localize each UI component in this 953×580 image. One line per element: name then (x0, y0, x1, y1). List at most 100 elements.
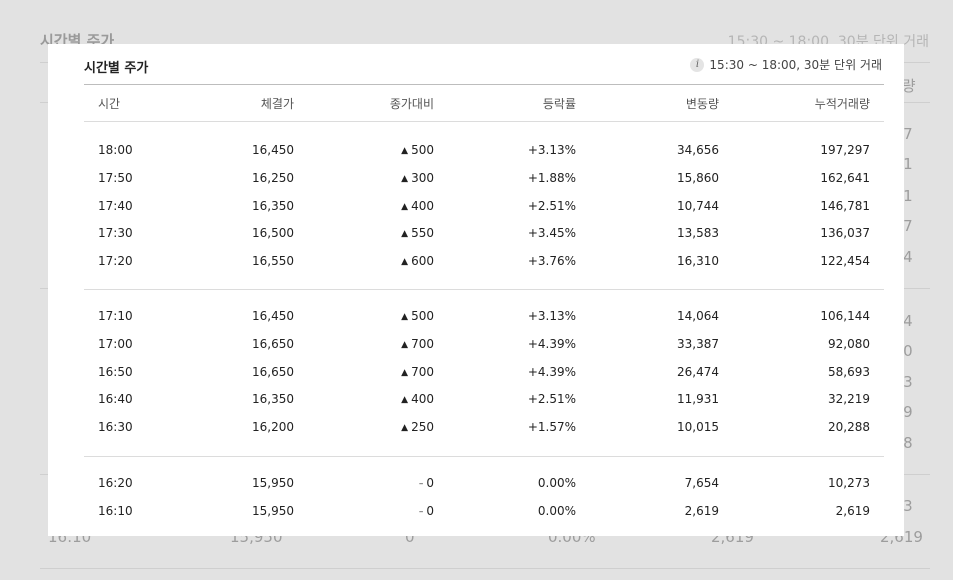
cell-change: –0 (344, 504, 434, 518)
cell-volume: 13,583 (677, 226, 719, 241)
cell-price: 16,650 (252, 364, 294, 379)
cell-price: 16,350 (252, 198, 294, 213)
cell-volume: 7,654 (684, 476, 719, 490)
hourly-price-modal: 시간별 주가 i 15:30 ~ 18:00, 30분 단위 거래 시간 체결가… (48, 44, 904, 536)
cell-change-value: 600 (411, 254, 434, 268)
cell-change-value: 250 (411, 420, 434, 434)
up-triangle-icon: ▲ (401, 367, 409, 378)
table-group: 18:00 16,450 ▲ 500 +3.13% 34,656 197,297 17:50 1… (84, 137, 884, 276)
cell-change-value: 500 (411, 309, 434, 323)
cell-change-value: 0 (426, 503, 434, 518)
cell-volume: 14,064 (677, 309, 719, 323)
cell-change: ▲ 500 (344, 309, 434, 323)
cell-cumulative: 2,619 (835, 503, 870, 518)
table-row: 16:50 16,650 ▲ 700 +4.39% 26,474 58,693 (84, 359, 884, 387)
cell-change-value: 300 (411, 170, 434, 185)
cell-price: 16,500 (252, 226, 294, 241)
cell-cumulative: 162,641 (820, 170, 870, 185)
cell-price: 16,350 (252, 392, 294, 407)
header-rate: 등락률 (542, 97, 576, 111)
cell-cumulative: 20,288 (828, 420, 870, 434)
cell-time: 16:40 (98, 392, 133, 407)
cell-time: 18:00 (98, 143, 133, 157)
up-triangle-icon: ▲ (401, 201, 409, 212)
cell-rate: +3.76% (527, 254, 576, 268)
cell-rate: +1.88% (527, 170, 576, 185)
table-header: 시간 체결가 종가대비 등락률 변동량 누적거래량 (84, 84, 884, 121)
cell-volume: 11,931 (677, 392, 719, 407)
table-row: 16:30 16,200 ▲ 250 +1.57% 10,015 20,288 (84, 414, 884, 442)
up-triangle-icon: ▲ (401, 395, 409, 406)
up-triangle-icon: ▲ (401, 257, 409, 267)
cell-change-value: 500 (411, 143, 434, 157)
table-row: 16:40 16,350 ▲ 400 +2.51% 11,931 32,219 (84, 386, 884, 414)
cell-cumulative: 122,454 (820, 254, 870, 268)
cell-cumulative: 92,080 (828, 336, 870, 351)
cell-volume: 34,656 (677, 143, 719, 157)
cell-rate: +3.13% (527, 143, 576, 157)
header-change: 종가대비 (389, 97, 434, 111)
cell-change: –0 (344, 476, 434, 490)
cell-time: 17:40 (98, 198, 133, 213)
cell-volume: 15,860 (677, 170, 719, 185)
cell-price: 15,950 (252, 476, 294, 490)
cell-rate: +4.39% (527, 364, 576, 379)
cell-cumulative: 106,144 (820, 309, 870, 323)
cell-cumulative: 136,037 (820, 226, 870, 241)
table-row: 17:30 16,500 ▲ 550 +3.45% 13,583 136,037 (84, 220, 884, 248)
table-row: 17:00 16,650 ▲ 700 +4.39% 33,387 92,080 (84, 331, 884, 359)
cell-price: 16,250 (252, 170, 294, 185)
cell-change: ▲ 700 (344, 337, 434, 351)
cell-rate: +4.39% (527, 336, 576, 351)
cell-rate: +1.57% (527, 420, 576, 434)
cell-cumulative: 10,273 (828, 476, 870, 490)
up-triangle-icon: ▲ (401, 173, 409, 184)
flat-dash-icon: – (418, 479, 424, 489)
cell-cumulative: 58,693 (828, 364, 870, 379)
cell-change: ▲ 700 (344, 365, 434, 379)
cell-price: 16,650 (252, 336, 294, 351)
cell-volume: 10,015 (677, 420, 719, 434)
cell-cumulative: 197,297 (820, 143, 870, 157)
cell-change: ▲ 550 (344, 226, 434, 240)
header-bottom-border (84, 121, 884, 122)
cell-change-value: 700 (411, 364, 434, 379)
cell-change: ▲ 600 (344, 254, 434, 268)
group-divider (84, 289, 884, 290)
up-triangle-icon: ▲ (401, 312, 409, 322)
header-price: 체결가 (260, 97, 294, 111)
cell-time: 16:10 (98, 503, 133, 518)
header-volume: 변동량 (685, 97, 719, 111)
group-divider (84, 456, 884, 457)
cell-change: ▲ 400 (344, 199, 434, 213)
table-row: 17:50 16,250 ▲ 300 +1.88% 15,860 162,641 (84, 165, 884, 193)
cell-rate: +2.51% (527, 198, 576, 213)
cell-volume: 33,387 (677, 336, 719, 351)
cell-rate: 0.00% (537, 503, 576, 518)
info-icon[interactable]: i (690, 57, 705, 72)
cell-rate: 0.00% (537, 476, 576, 490)
cell-change-value: 400 (411, 198, 434, 213)
cell-time: 17:30 (98, 226, 133, 241)
table-row: 17:10 16,450 ▲ 500 +3.13% 14,064 106,144 (84, 303, 884, 331)
cell-cumulative: 146,781 (820, 198, 870, 213)
table-row: 17:20 16,550 ▲ 600 +3.76% 16,310 122,454 (84, 248, 884, 276)
modal-title: 시간별 주가 (84, 61, 149, 76)
cell-change-value: 400 (411, 392, 434, 407)
cell-volume: 26,474 (677, 364, 719, 379)
up-triangle-icon: ▲ (401, 146, 409, 156)
up-triangle-icon: ▲ (401, 229, 409, 240)
cell-time: 17:20 (98, 254, 133, 268)
cell-rate: +2.51% (527, 392, 576, 407)
cell-change: ▲ 250 (344, 420, 434, 434)
cell-rate: +3.45% (527, 226, 576, 241)
table-row: 17:40 16,350 ▲ 400 +2.51% 10,744 146,781 (84, 193, 884, 221)
table-group: 17:10 16,450 ▲ 500 +3.13% 14,064 106,144 17:00 1… (84, 303, 884, 442)
cell-time: 16:50 (98, 364, 133, 379)
cell-volume: 10,744 (677, 198, 719, 213)
cell-price: 16,450 (252, 309, 294, 323)
background-divider (40, 568, 930, 569)
cell-time: 16:20 (98, 476, 133, 490)
cell-change: ▲ 300 (344, 171, 434, 185)
table-group: 16:20 15,950–0 0.00% 7,654 10,273 16:10 15,950… (84, 470, 884, 526)
